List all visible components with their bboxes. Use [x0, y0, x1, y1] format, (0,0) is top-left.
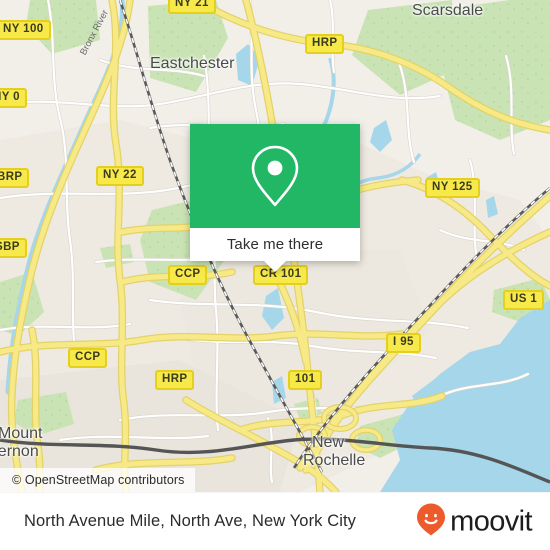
road-shield-ny-21: NY 21 [168, 0, 216, 14]
place-label-mount: Mount [0, 425, 43, 442]
road-shield-brp: BRP [0, 168, 30, 188]
location-title: North Avenue Mile, North Ave, New York C… [24, 512, 357, 530]
moovit-map-screen: Scarsdale Eastchester New Rochelle Mount… [0, 0, 550, 550]
osm-attribution[interactable]: © OpenStreetMap contributors [0, 468, 195, 492]
popup-action-bar[interactable]: Take me there [190, 228, 360, 261]
popup-pointer [264, 261, 286, 272]
road-shield-ny-0: NY 0 [0, 88, 27, 108]
road-shield-ny-125: NY 125 [425, 178, 480, 198]
place-label-scarsdale: Scarsdale [412, 2, 484, 19]
location-popup-card[interactable]: Take me there [190, 124, 360, 272]
map-pin-icon [247, 143, 303, 209]
place-label-new: New [312, 434, 345, 451]
road-shield-ccp-n: CCP [168, 265, 208, 285]
road-shield-hrp-s: HRP [155, 370, 195, 390]
moovit-smiley-pin-icon [416, 502, 446, 541]
place-label-eastchester: Eastchester [150, 55, 235, 72]
road-shield-101: 101 [288, 370, 323, 390]
footer-bar: North Avenue Mile, North Ave, New York C… [0, 492, 550, 550]
road-shield-ccp-s: CCP [68, 348, 108, 368]
place-label-vernon: Vernon [0, 443, 39, 460]
road-shield-sbp: SBP [0, 238, 27, 258]
road-shield-i-95: I 95 [386, 333, 421, 353]
take-me-there-label: Take me there [226, 236, 324, 253]
place-label-rochelle: Rochelle [303, 452, 366, 469]
popup-header [190, 124, 360, 228]
moovit-logo[interactable]: moovit [416, 502, 533, 541]
osm-attribution-label: © OpenStreetMap contributors [12, 473, 185, 487]
road-shield-ny-100: NY 100 [0, 20, 51, 40]
road-shield-us-1: US 1 [503, 290, 545, 310]
road-shield-hrp-n: HRP [305, 34, 345, 54]
moovit-wordmark: moovit [450, 505, 532, 537]
road-shield-ny-22: NY 22 [96, 166, 144, 186]
